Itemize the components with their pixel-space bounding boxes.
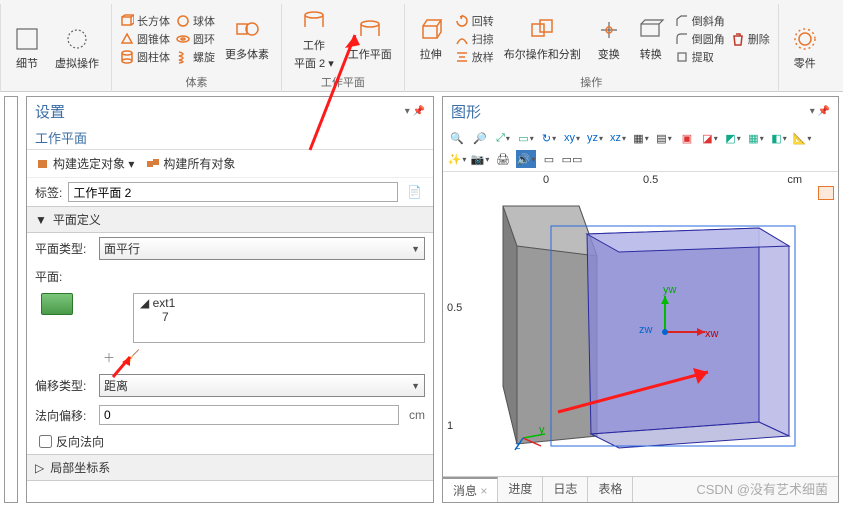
helix-button[interactable]: 螺旋 bbox=[176, 49, 215, 65]
sphere-button[interactable]: 球体 bbox=[176, 13, 215, 29]
graphics-title: 图形 bbox=[451, 101, 481, 122]
extrude-button[interactable]: 拉伸 bbox=[413, 14, 449, 64]
plane-def-header[interactable]: ▼ 平面定义 bbox=[27, 206, 433, 233]
tab-table[interactable]: 表格 bbox=[588, 477, 633, 502]
highlight-icon[interactable]: ◧ bbox=[769, 129, 789, 147]
settings-title: 设置 bbox=[35, 101, 65, 122]
chevron-down-icon: ▼ bbox=[35, 213, 47, 227]
detail-button[interactable]: 细节 bbox=[9, 23, 45, 73]
zoom-box-icon[interactable]: ▭ bbox=[516, 129, 536, 147]
zoom-in-icon[interactable]: 🔍 bbox=[447, 129, 467, 147]
viewport[interactable]: 0 0.5 cm 0.5 1 bbox=[443, 172, 838, 476]
tree-toggle-icon[interactable]: ◢ bbox=[140, 296, 149, 310]
transform-button[interactable]: 变换 bbox=[591, 14, 627, 64]
settings-panel: 设置 ▾ 📌 工作平面 构建选定对象 ▾ 构建所有对象 标签: 📄 ▼ 平面定义 bbox=[26, 96, 434, 503]
print-icon[interactable]: 🖨 bbox=[493, 150, 513, 168]
select-all-icon[interactable]: ◩ bbox=[723, 129, 743, 147]
cone-button[interactable]: 圆锥体 bbox=[120, 31, 170, 47]
view-yz-icon[interactable]: yz bbox=[585, 129, 605, 147]
transparency-icon[interactable]: ▤ bbox=[654, 129, 674, 147]
sound-icon[interactable]: 🔊 bbox=[516, 150, 536, 168]
build-selected-button[interactable]: 构建选定对象 ▾ bbox=[33, 154, 137, 173]
offset-type-label: 偏移类型: bbox=[35, 377, 93, 394]
chamfer-button[interactable]: 倒斜角 bbox=[675, 13, 725, 29]
activate-selection-button[interactable] bbox=[41, 293, 73, 315]
view-rotate-icon[interactable]: ↻ bbox=[539, 129, 559, 147]
plane-label: 平面: bbox=[35, 268, 93, 285]
wp-group-label: 工作平面 bbox=[321, 74, 365, 92]
tab-messages[interactable]: 消息 × bbox=[443, 477, 498, 502]
boolean-button[interactable]: 布尔操作和分割 bbox=[500, 14, 585, 64]
loft-button[interactable]: 放样 bbox=[455, 49, 494, 65]
sweep-button[interactable]: 扫掠 bbox=[455, 31, 494, 47]
select-rect-icon[interactable]: ▣ bbox=[677, 129, 697, 147]
ribbon: 细节 虚拟操作 长方体 圆锥体 圆柱体 球体 圆环 螺旋 更多体素 bbox=[0, 0, 843, 92]
settings-subtitle: 工作平面 bbox=[27, 126, 433, 150]
plane-type-label: 平面类型: bbox=[35, 240, 93, 257]
extract-button[interactable]: 提取 bbox=[675, 49, 725, 65]
reverse-normal-checkbox[interactable] bbox=[39, 435, 52, 448]
zoom-out-icon[interactable]: 🔎 bbox=[470, 129, 490, 147]
local-cs-header[interactable]: ▷ 局部坐标系 bbox=[27, 454, 433, 481]
work-plane-2-button[interactable]: 工作 平面 2 ▾ bbox=[290, 5, 338, 73]
tab-log[interactable]: 日志 bbox=[543, 477, 588, 502]
tab-progress[interactable]: 进度 bbox=[498, 477, 543, 502]
cuboid-button[interactable]: 长方体 bbox=[120, 13, 170, 29]
plane-type-combo[interactable]: 面平行▼ bbox=[99, 237, 425, 260]
ops-group-label: 操作 bbox=[580, 74, 602, 92]
normal-offset-label: 法向偏移: bbox=[35, 407, 93, 424]
parts-button[interactable]: 零件 bbox=[787, 23, 823, 73]
watermark: CSDN @没有艺术细菌 bbox=[696, 479, 828, 498]
build-all-button[interactable]: 构建所有对象 bbox=[143, 154, 238, 173]
face-selection-list[interactable]: ◢ ext1 7 bbox=[133, 293, 425, 343]
tag-input[interactable] bbox=[68, 182, 398, 202]
select-mode-icon[interactable]: ◪ bbox=[700, 129, 720, 147]
graphics-toolbar: 🔍 🔎 ⤢ ▭ ↻ xy yz xz ▦ ▤ ▣ ◪ ◩ ▦ ◧ 📐 ✨ 📷 🖨… bbox=[443, 126, 838, 172]
add-icon[interactable]: ＋ bbox=[103, 349, 115, 366]
copy-image-icon[interactable]: ▭▭ bbox=[562, 150, 582, 168]
detail-label: 细节 bbox=[16, 55, 38, 71]
reverse-normal-label: 反向法向 bbox=[56, 433, 104, 450]
chevron-right-icon: ▷ bbox=[35, 461, 44, 475]
fillet-button[interactable]: 倒圆角 bbox=[675, 31, 725, 47]
select-none-icon[interactable]: ▦ bbox=[746, 129, 766, 147]
view-xz-icon[interactable]: xz bbox=[608, 129, 628, 147]
tag-edit-icon[interactable]: 📄 bbox=[404, 184, 425, 200]
cylinder-button[interactable]: 圆柱体 bbox=[120, 49, 170, 65]
clip-icon[interactable]: ▦ bbox=[631, 129, 651, 147]
pin-icon[interactable]: ▾ 📌 bbox=[405, 106, 425, 117]
main-area: 设置 ▾ 📌 工作平面 构建选定对象 ▾ 构建所有对象 标签: 📄 ▼ 平面定义 bbox=[0, 92, 843, 507]
more-primitives-button[interactable]: 更多体素 bbox=[221, 14, 273, 64]
virtual-ops-label: 虚拟操作 bbox=[55, 55, 99, 71]
revolve-button[interactable]: 回转 bbox=[455, 13, 494, 29]
light-icon[interactable]: ✨ bbox=[447, 150, 467, 168]
delete-button[interactable]: 删除 bbox=[731, 31, 770, 47]
view-cube-icon[interactable] bbox=[818, 186, 834, 200]
collapsed-panel[interactable] bbox=[4, 96, 18, 503]
geom-group-label: 体素 bbox=[186, 74, 208, 92]
normal-offset-input[interactable] bbox=[99, 405, 399, 425]
virtual-ops-button[interactable]: 虚拟操作 bbox=[51, 23, 103, 73]
offset-type-combo[interactable]: 距离▼ bbox=[99, 374, 425, 397]
camera-icon[interactable]: 📷 bbox=[470, 150, 490, 168]
export-icon[interactable]: ▭ bbox=[539, 150, 559, 168]
graphics-pin-icon[interactable]: ▾ 📌 bbox=[810, 106, 830, 117]
unit-label: cm bbox=[405, 408, 425, 422]
zoom-extents-icon[interactable]: ⤢ bbox=[493, 129, 513, 147]
graphics-panel: 图形 ▾ 📌 🔍 🔎 ⤢ ▭ ↻ xy yz xz ▦ ▤ ▣ ◪ ◩ ▦ ◧ … bbox=[442, 96, 839, 503]
measure-icon[interactable]: 📐 bbox=[792, 129, 812, 147]
remove-icon[interactable]: 🧹 bbox=[125, 349, 140, 366]
convert-button[interactable]: 转换 bbox=[633, 14, 669, 64]
view-xy-icon[interactable]: xy bbox=[562, 129, 582, 147]
tag-label: 标签: bbox=[35, 184, 62, 201]
torus-button[interactable]: 圆环 bbox=[176, 31, 215, 47]
work-plane-button[interactable]: 工作平面 bbox=[344, 14, 396, 64]
